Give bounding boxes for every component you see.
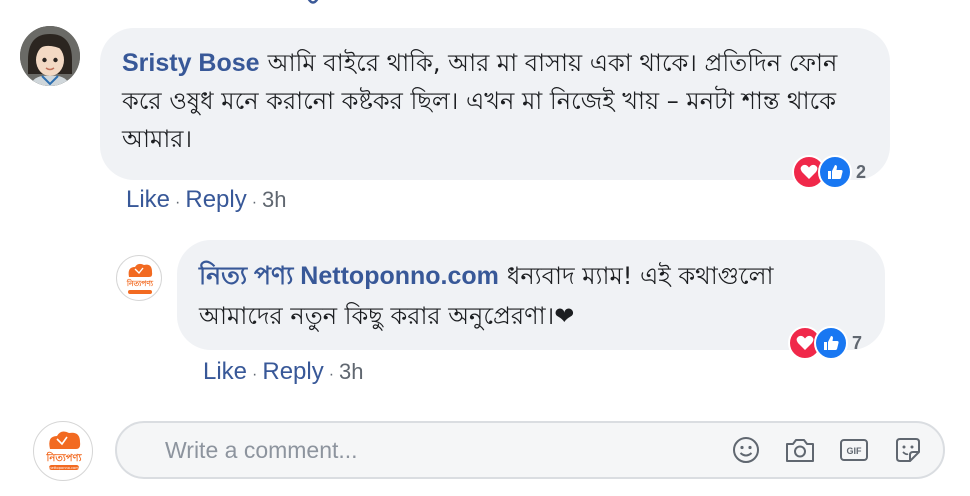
camera-icon[interactable]	[783, 433, 817, 467]
comment-timestamp[interactable]: 3h	[262, 187, 286, 213]
brand-logo-subtext: nettoponno.com	[49, 466, 79, 470]
like-button[interactable]: Like	[203, 358, 247, 386]
comment-text-block: Sristy Bose আমি বাইরে থাকি, আর মা বাসায় …	[122, 44, 868, 158]
reaction-count: 7	[852, 332, 863, 353]
gif-icon[interactable]: GIF	[837, 433, 871, 467]
emoji-icon[interactable]	[729, 433, 763, 467]
previous-comment-fragment	[306, 0, 320, 4]
separator: ·	[252, 366, 258, 383]
reply-button[interactable]: Reply	[262, 358, 323, 386]
reply-bubble: নিত্য পণ্য Nettoponno.com ধন্যবাদ ম্যাম! …	[177, 240, 885, 350]
avatar-nettoponno[interactable]: নিত্যপণ্য	[116, 255, 162, 301]
sticker-icon[interactable]	[891, 433, 925, 467]
reply-author-name[interactable]: নিত্য পণ্য Nettoponno.com	[199, 262, 499, 290]
composer-tools: GIF	[729, 433, 925, 467]
like-icon	[814, 326, 848, 360]
separator: ·	[328, 366, 335, 383]
separator: ·	[175, 194, 181, 211]
reply-actions: Like · Reply · 3h	[203, 358, 364, 386]
separator: ·	[251, 194, 258, 211]
current-user-avatar[interactable]: নিত্যপণ্য nettoponno.com	[33, 421, 93, 481]
svg-text:GIF: GIF	[847, 446, 863, 456]
comment-actions: Like · Reply · 3h	[126, 186, 287, 214]
reaction-summary[interactable]: 7	[788, 325, 862, 361]
like-button[interactable]: Like	[126, 186, 170, 214]
brand-logo-text: নিত্যপণ্য	[46, 451, 83, 464]
reply-timestamp[interactable]: 3h	[339, 359, 363, 385]
comment-author-name[interactable]: Sristy Bose	[122, 49, 260, 77]
reply-text-block: নিত্য পণ্য Nettoponno.com ধন্যবাদ ম্যাম! …	[199, 256, 863, 336]
comment-input[interactable]	[165, 436, 729, 464]
reply-button[interactable]: Reply	[185, 186, 246, 214]
brand-logo-text: নিত্যপণ্য	[126, 278, 154, 288]
reaction-summary[interactable]: 2	[792, 154, 866, 190]
reaction-count: 2	[856, 161, 867, 182]
avatar-sristy-bose[interactable]	[20, 26, 80, 86]
like-icon	[818, 155, 852, 189]
comment-bubble: Sristy Bose আমি বাইরে থাকি, আর মা বাসায় …	[100, 28, 890, 180]
comment-composer[interactable]: GIF	[115, 421, 945, 479]
